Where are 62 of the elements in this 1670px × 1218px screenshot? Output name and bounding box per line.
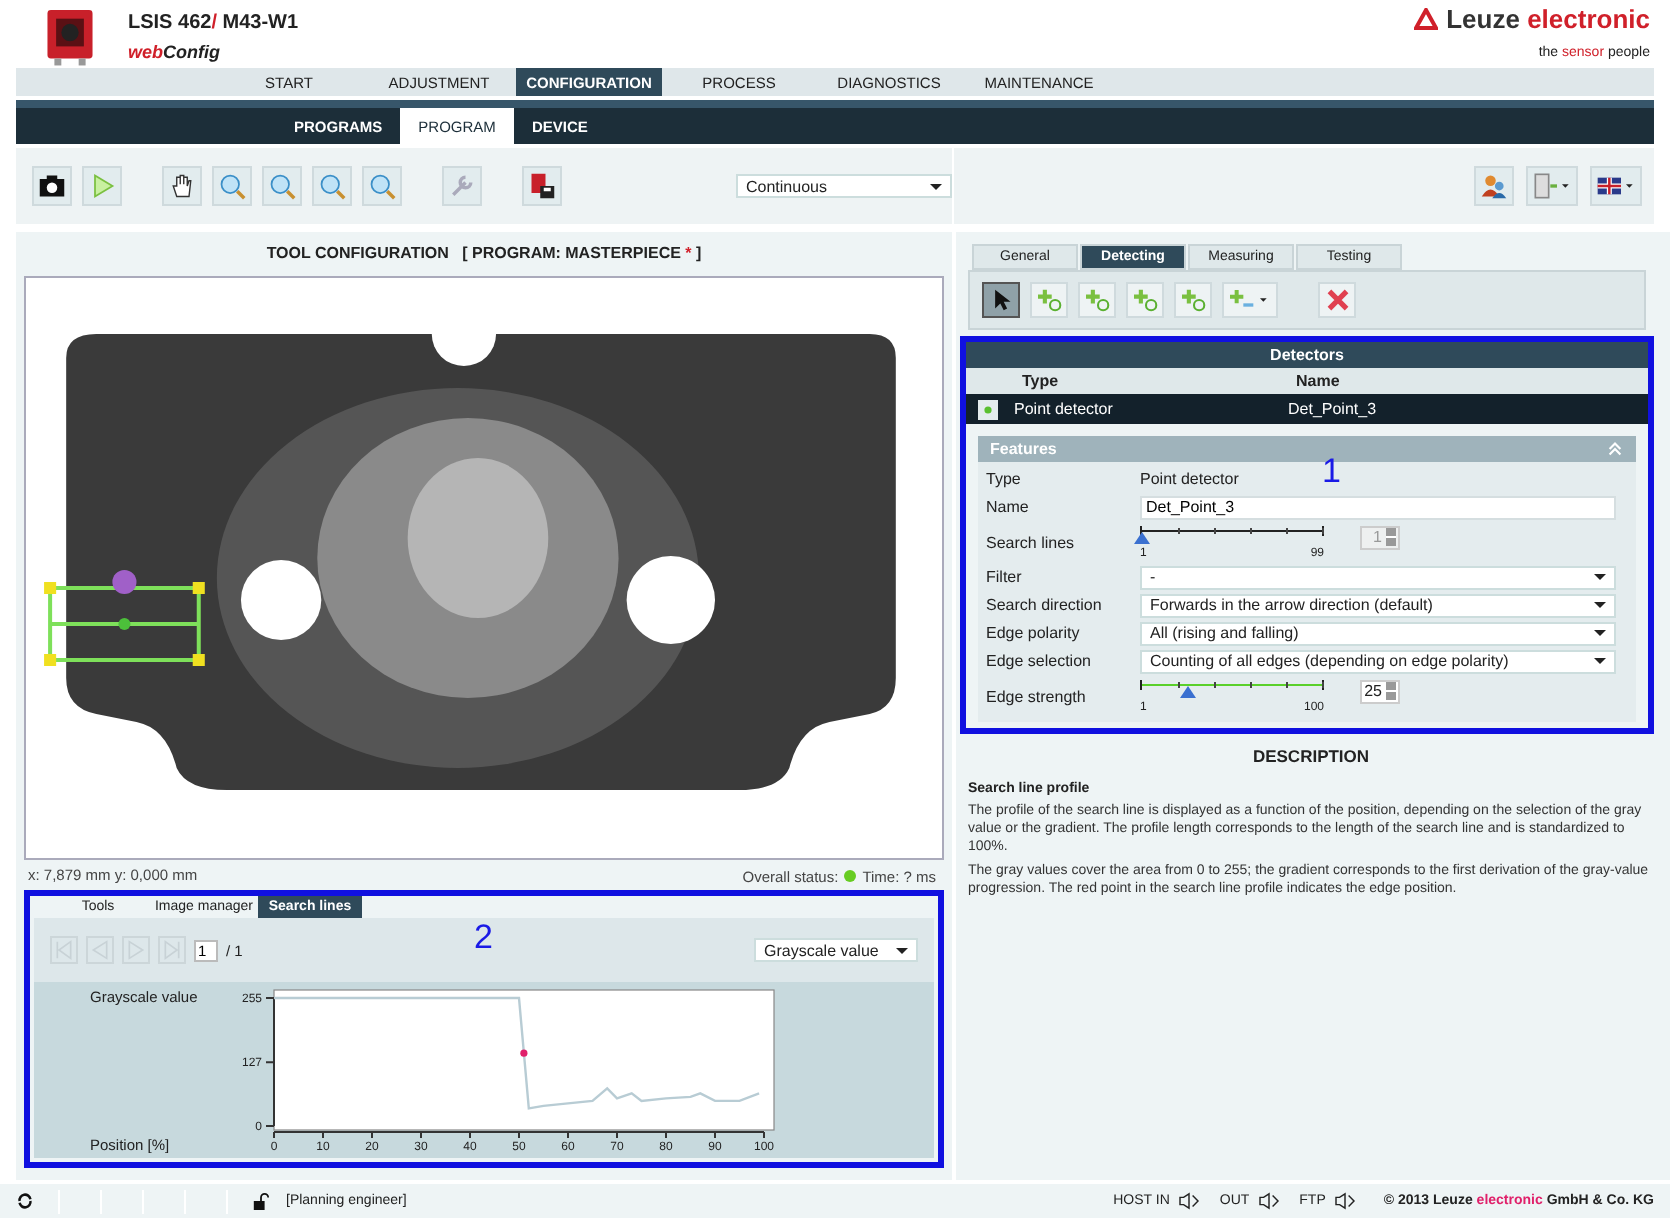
speaker-icon — [1333, 1192, 1356, 1210]
dropdown[interactable]: - — [1140, 565, 1616, 589]
table-cell-text: Det_Point_3 — [1288, 400, 1379, 418]
camera-sensor-icon — [44, 4, 96, 68]
camera-icon[interactable] — [32, 166, 72, 206]
field-label: Type — [986, 470, 1023, 488]
description-title: DESCRIPTION — [1250, 746, 1372, 766]
add-detector-icon[interactable] — [1126, 282, 1164, 318]
save-to-device-icon[interactable] — [522, 166, 562, 206]
brand-name: Leuze electronic — [1446, 4, 1650, 34]
users-icon[interactable] — [1474, 166, 1514, 206]
wrench-icon[interactable] — [442, 166, 482, 206]
number-spinner[interactable]: 25 — [1360, 679, 1400, 703]
hand-icon[interactable] — [162, 166, 202, 206]
magnifier-icon[interactable] — [312, 166, 352, 206]
field-label: Edge polarity — [986, 624, 1082, 642]
field-label: Search lines — [986, 533, 1077, 551]
magnifier-icon[interactable] — [212, 166, 252, 206]
edge-point — [520, 1049, 528, 1057]
callout-number: 1 — [1322, 454, 1341, 488]
field-label: Filter — [986, 568, 1024, 586]
name-field[interactable]: Det_Point_3 — [1140, 495, 1616, 519]
detector-row[interactable]: Point detector Det_Point_3 — [966, 394, 1648, 424]
collapse-icon[interactable] — [1606, 440, 1624, 458]
field-label: Edge selection — [986, 652, 1093, 670]
app-name: webConfig — [128, 42, 223, 62]
speaker-icon — [1257, 1192, 1280, 1210]
export-menu-icon[interactable] — [1526, 166, 1578, 206]
pointer-icon[interactable] — [982, 282, 1020, 318]
y-axis — [265, 997, 275, 1127]
dropdown[interactable]: Forwards in the arrow direction (default) — [1140, 593, 1616, 617]
add-detector-menu-icon[interactable] — [1222, 282, 1278, 318]
refresh-icon[interactable] — [16, 1192, 34, 1210]
language-flag-icon[interactable] — [1590, 166, 1642, 206]
column-header: Type — [1022, 372, 1061, 390]
field-label: Search direction — [986, 596, 1104, 614]
magnifier-icon[interactable] — [262, 166, 302, 206]
point-icon — [978, 399, 998, 419]
mode-dropdown[interactable]: Continuous — [736, 174, 952, 198]
add-detector-icon[interactable] — [1078, 282, 1116, 318]
table-cell-text: Point detector — [1014, 400, 1115, 418]
triangle-logo-icon — [1414, 8, 1439, 30]
dropdown[interactable]: All (rising and falling) — [1140, 621, 1616, 645]
section-title: Features — [990, 440, 1057, 458]
add-detector-icon[interactable] — [1174, 282, 1212, 318]
field-label: Name — [986, 498, 1031, 516]
value-type-dropdown[interactable]: Grayscale value — [754, 938, 918, 962]
column-header: Name — [1296, 372, 1342, 390]
play-icon[interactable] — [82, 166, 122, 206]
callout-number: 2 — [474, 920, 493, 954]
detectors-header: Detectors — [966, 342, 1648, 368]
add-detector-icon[interactable] — [1030, 282, 1068, 318]
lock-icon — [252, 1192, 270, 1210]
field-label: Edge strength — [986, 687, 1088, 705]
speaker-icon — [1177, 1192, 1200, 1210]
slider-thumb[interactable] — [1179, 685, 1195, 697]
dropdown[interactable]: Counting of all edges (depending on edge polarity) — [1140, 649, 1616, 673]
delete-icon[interactable] — [1318, 282, 1356, 318]
panel-title: TOOL CONFIGURATION [ PROGRAM: MASTERPIECE * ] — [264, 242, 704, 266]
magnifier-icon[interactable] — [362, 166, 402, 206]
status-dot — [844, 870, 857, 882]
product-title: LSIS 462/ M43-W1 — [128, 12, 299, 34]
